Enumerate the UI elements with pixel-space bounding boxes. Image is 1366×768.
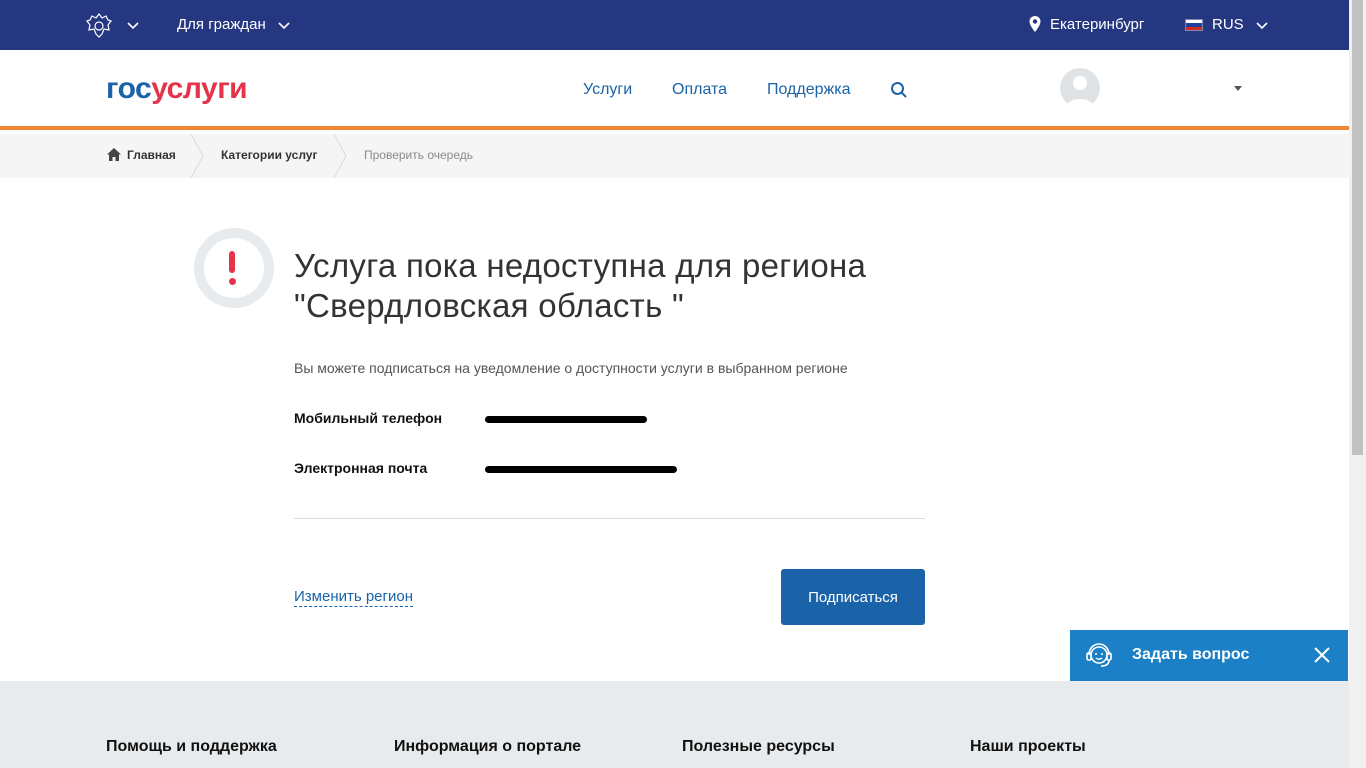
breadcrumb-separator [190, 134, 204, 178]
home-icon[interactable] [107, 148, 121, 161]
chevron-down-icon[interactable] [126, 19, 140, 33]
breadcrumb: Главная Категории услуг Проверить очеред… [0, 134, 1349, 178]
account-dropdown-caret[interactable] [1234, 86, 1242, 91]
footer-help-heading: Помощь и поддержка [106, 738, 277, 755]
email-label: Электронная почта [294, 460, 428, 476]
redaction-bar [485, 466, 677, 473]
subscribe-button[interactable]: Подписаться [781, 569, 925, 625]
title-line-1: Услуга пока недоступна для региона [294, 247, 867, 284]
flag-icon [1185, 19, 1203, 31]
divider [294, 518, 925, 519]
breadcrumb-home[interactable]: Главная [127, 148, 176, 162]
ask-question-widget[interactable]: Задать вопрос [1070, 630, 1348, 681]
alert-bar [229, 251, 235, 273]
close-icon[interactable] [1312, 645, 1332, 665]
scrollbar[interactable] [1349, 0, 1366, 768]
scrollbar-thumb[interactable] [1352, 0, 1363, 455]
nav-payment[interactable]: Оплата [672, 81, 727, 99]
language-selector[interactable]: RUS [1212, 16, 1244, 33]
breadcrumb-current: Проверить очередь [364, 148, 474, 162]
footer-projects-heading: Наши проекты [970, 738, 1086, 755]
ask-question-label[interactable]: Задать вопрос [1132, 646, 1249, 664]
chevron-down-icon[interactable] [277, 19, 291, 33]
logo-uslugi: услуги [151, 72, 248, 105]
breadcrumb-categories[interactable]: Категории услуг [221, 148, 317, 162]
city-selector[interactable]: Екатеринбург [1050, 16, 1144, 33]
emblem-icon[interactable] [84, 10, 114, 40]
header: госуслуги Услуги Оплата Поддержка [0, 50, 1349, 130]
location-pin-icon [1029, 16, 1041, 32]
top-bar: Для граждан Екатеринбург RUS [0, 0, 1349, 50]
alert-icon [194, 228, 274, 308]
phone-label: Мобильный телефон [294, 410, 443, 426]
alert-dot [229, 278, 236, 285]
for-citizens-menu[interactable]: Для граждан [177, 16, 266, 33]
subtitle: Вы можете подписаться на уведомление о д… [294, 360, 848, 376]
search-icon[interactable] [890, 81, 908, 99]
logo-gos: гос [106, 72, 152, 105]
page-title: Услуга пока недоступна для региона "Свер… [294, 246, 934, 326]
redaction-bar [485, 416, 647, 423]
chevron-down-icon[interactable] [1255, 19, 1269, 33]
change-region-link[interactable]: Изменить регион [294, 588, 413, 607]
footer: Помощь и поддержка Информация о портале … [0, 681, 1349, 768]
footer-resources-heading: Полезные ресурсы [682, 738, 835, 755]
headset-icon [1086, 643, 1112, 667]
breadcrumb-separator [333, 134, 347, 178]
logo[interactable]: госуслуги [106, 72, 248, 106]
nav-support[interactable]: Поддержка [767, 81, 850, 99]
footer-info-heading: Информация о портале [394, 738, 582, 755]
nav-services[interactable]: Услуги [583, 81, 632, 99]
title-line-2: "Свердловская область " [294, 287, 685, 324]
page: Для граждан Екатеринбург RUS госуслуги У… [0, 0, 1366, 768]
avatar-icon[interactable] [1060, 68, 1100, 108]
